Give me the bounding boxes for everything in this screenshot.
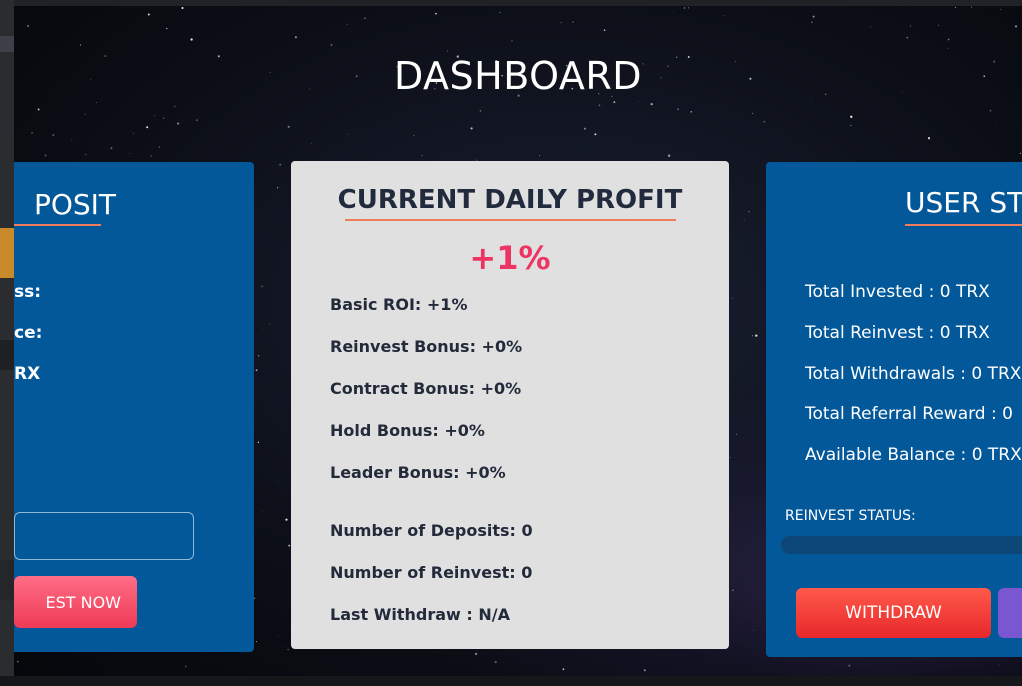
user-total-invested: Total Invested : 0 TRX bbox=[805, 282, 990, 302]
stat-last-withdraw: Last Withdraw : N/A bbox=[330, 605, 510, 624]
deposit-label-balance: ce: bbox=[14, 323, 43, 343]
user-available-balance: Available Balance : 0 TRX bbox=[805, 445, 1022, 465]
user-stats-underline bbox=[905, 224, 1022, 226]
deposit-label-trx: RX bbox=[14, 364, 41, 384]
daily-profit-underline bbox=[345, 219, 676, 221]
invest-now-button[interactable]: EST NOW bbox=[14, 576, 137, 628]
stat-number-of-reinvest: Number of Reinvest: 0 bbox=[330, 563, 533, 582]
stat-reinvest-bonus: Reinvest Bonus: +0% bbox=[330, 337, 523, 356]
stat-contract-bonus: Contract Bonus: +0% bbox=[330, 379, 522, 398]
reinvest-button[interactable] bbox=[998, 588, 1022, 638]
stat-leader-bonus: Leader Bonus: +0% bbox=[330, 463, 506, 482]
deposit-title-underline bbox=[14, 224, 101, 226]
user-total-withdrawals: Total Withdrawals : 0 TRX bbox=[805, 364, 1022, 384]
daily-profit-title: CURRENT DAILY PROFIT bbox=[337, 185, 683, 215]
reinvest-status-bar bbox=[781, 536, 1022, 554]
withdraw-button[interactable]: WITHDRAW bbox=[796, 588, 991, 638]
deposit-amount-input[interactable] bbox=[14, 512, 194, 560]
browser-bottom-edge bbox=[0, 676, 1022, 686]
stat-hold-bonus: Hold Bonus: +0% bbox=[330, 421, 485, 440]
left-edge-strip bbox=[0, 0, 14, 686]
dashboard-stage: DASHBOARD POSIT ss: ce: RX EST NOW CURRE… bbox=[14, 6, 1022, 676]
user-stats-title: USER STA bbox=[905, 186, 1022, 219]
deposit-card-title: POSIT bbox=[33, 188, 116, 221]
user-total-reinvest: Total Reinvest : 0 TRX bbox=[805, 323, 990, 343]
user-stats-card: USER STA Total Invested : 0 TRX Total Re… bbox=[766, 162, 1022, 657]
stat-basic-roi: Basic ROI: +1% bbox=[330, 295, 468, 314]
page-title: DASHBOARD bbox=[393, 54, 643, 98]
reinvest-status-label: REINVEST STATUS: bbox=[785, 508, 916, 524]
daily-profit-value: +1% bbox=[469, 239, 551, 277]
user-total-referral-reward: Total Referral Reward : 0 bbox=[805, 404, 1013, 424]
daily-profit-card: CURRENT DAILY PROFIT +1% Basic ROI: +1% … bbox=[291, 161, 729, 649]
stat-number-of-deposits: Number of Deposits: 0 bbox=[330, 521, 533, 540]
deposit-card: POSIT ss: ce: RX EST NOW bbox=[14, 162, 254, 652]
deposit-label-address: ss: bbox=[14, 282, 42, 302]
